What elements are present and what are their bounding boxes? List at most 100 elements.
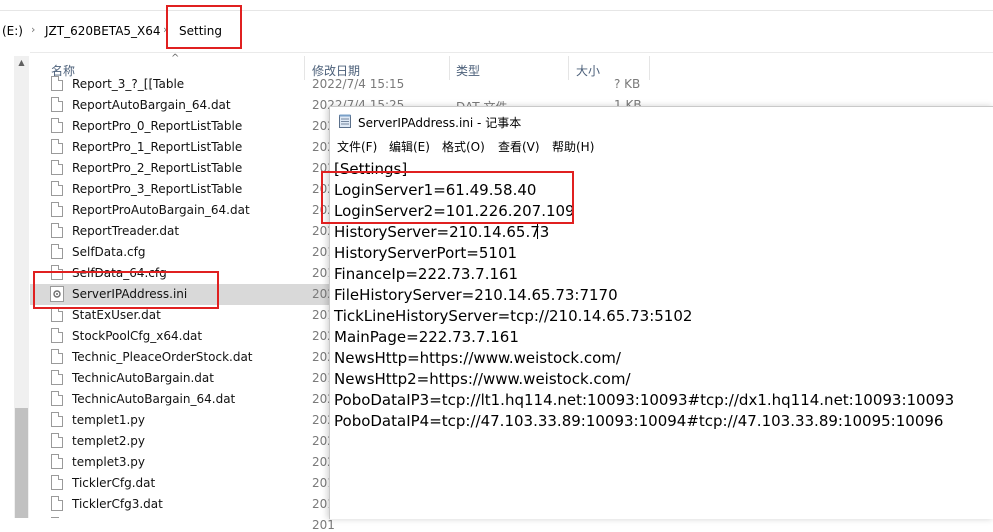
notepad-window: ServerIPAddress.ini - 记事本 文件(F) 编辑(E) 格式… <box>329 106 993 519</box>
file-row[interactable]: TechnicAutoBargain.dat <box>30 368 330 389</box>
document-file-icon <box>51 475 63 490</box>
notepad-text-line: MainPage=222.73.7.161 <box>334 328 519 346</box>
document-file-icon <box>51 160 63 175</box>
document-file-icon <box>51 244 63 259</box>
file-row[interactable]: ReportPro_3_ReportListTable <box>30 179 330 200</box>
notepad-text-area[interactable]: [Settings] LoginServer1=61.49.58.40 LoginS… <box>334 159 990 519</box>
column-divider[interactable] <box>449 56 450 80</box>
document-file-icon <box>51 76 63 91</box>
document-file-icon <box>51 370 63 385</box>
file-name: ReportAutoBargain_64.dat <box>72 98 231 112</box>
file-row[interactable]: TicklerCfg.dat <box>30 473 330 494</box>
file-row[interactable]: templet3.py <box>30 452 330 473</box>
file-name: Report_3_?_[[Table <box>72 77 185 91</box>
file-name: templet2.py <box>72 434 145 448</box>
document-file-icon <box>51 412 63 427</box>
address-bar[interactable]: (E:) › JZT_620BETA5_X64 › Setting <box>0 12 993 53</box>
file-row[interactable]: templet2.py <box>30 431 330 452</box>
notepad-text-line: FileHistoryServer=210.14.65.73:7170 <box>334 286 618 304</box>
scroll-up-arrow-icon[interactable]: ▲ <box>14 56 29 70</box>
file-name: templet1.py <box>72 413 145 427</box>
document-file-icon <box>51 307 63 322</box>
notepad-text-line: NewsHttp2=https://www.weistock.com/ <box>334 370 631 388</box>
document-file-icon <box>51 265 63 280</box>
menu-help[interactable]: 帮助(H) <box>552 138 594 155</box>
file-name: StatExUser.dat <box>72 308 161 322</box>
explorer-top-strip <box>0 0 993 11</box>
file-row[interactable]: StatExUser.dat <box>30 305 330 326</box>
document-file-icon <box>51 223 63 238</box>
document-file-icon <box>51 496 63 511</box>
notepad-text-line: [Settings] <box>334 160 408 178</box>
notepad-text-line: PoboDataIP3=tcp://lt1.hq114.net:10093:10… <box>334 391 955 409</box>
document-file-icon <box>51 118 63 133</box>
column-divider[interactable] <box>568 56 569 80</box>
document-file-icon <box>51 454 63 469</box>
breadcrumb-current[interactable]: Setting <box>179 24 222 38</box>
file-row[interactable]: StockPoolCfg_x64.dat <box>30 326 330 347</box>
notepad-icon <box>339 114 351 128</box>
breadcrumb-folder[interactable]: JZT_620BETA5_X64 <box>45 24 161 38</box>
file-row[interactable]: ReportTreader.dat <box>30 221 330 242</box>
file-row[interactable]: SelfData_64.cfg <box>30 263 330 284</box>
document-file-icon <box>51 433 63 448</box>
file-row[interactable]: Report_3_?_[[Table <box>30 74 330 95</box>
file-name: ReportPro_0_ReportListTable <box>72 119 243 133</box>
breadcrumb-separator-icon[interactable]: › <box>31 23 35 36</box>
scrollbar-thumb[interactable] <box>15 408 28 518</box>
menu-file[interactable]: 文件(F) <box>337 138 377 155</box>
file-row[interactable]: TechnicAutoBargain_64.dat <box>30 389 330 410</box>
column-divider[interactable] <box>649 56 650 80</box>
column-header-size[interactable]: 大小 <box>576 62 600 79</box>
file-name: StockPoolCfg_x64.dat <box>72 329 203 343</box>
notepad-text-line: HistoryServer=210.14.65.73 <box>334 223 550 241</box>
document-file-icon <box>51 391 63 406</box>
file-name: ReportProAutoBargain_64.dat <box>72 203 250 217</box>
document-file-icon <box>51 349 63 364</box>
file-row[interactable]: SelfData.cfg <box>30 242 330 263</box>
file-name: ReportPro_3_ReportListTable <box>72 182 243 196</box>
text-caret <box>537 222 538 239</box>
notepad-text-line: FinanceIp=222.73.7.161 <box>334 265 519 283</box>
file-name: ReportPro_1_ReportListTable <box>72 140 243 154</box>
file-row[interactable]: ReportPro_2_ReportListTable <box>30 158 330 179</box>
file-name: templet3.py <box>72 455 145 469</box>
document-file-icon <box>51 181 63 196</box>
column-header-type[interactable]: 类型 <box>456 62 480 79</box>
document-file-icon <box>51 202 63 217</box>
file-modified-date: 201 <box>312 518 335 532</box>
breadcrumb-drive[interactable]: (E:) <box>2 24 23 38</box>
file-list: Report_3_?_[[Table ReportAutoBargain_64.d… <box>30 74 330 518</box>
file-row[interactable]: ServerIPAddress.ini <box>30 284 330 305</box>
file-row[interactable]: Technic_PleaceOrderStock.dat <box>30 347 330 368</box>
document-file-icon <box>51 97 63 112</box>
file-name: ReportTreader.dat <box>72 224 180 238</box>
file-name: TicklerCfg.dat <box>72 476 156 490</box>
file-row[interactable]: ReportPro_1_ReportListTable <box>30 137 330 158</box>
file-name: Technic_PleaceOrderStock.dat <box>72 350 253 364</box>
file-name: ReportPro_2_ReportListTable <box>72 161 243 175</box>
file-name: TechnicAutoBargain_64.dat <box>72 392 236 406</box>
notepad-title: ServerIPAddress.ini - 记事本 <box>358 116 522 130</box>
ini-settings-file-icon <box>50 286 64 302</box>
file-size: ? KB <box>614 77 641 91</box>
file-name: SelfData_64.cfg <box>72 266 167 280</box>
file-row[interactable]: ReportProAutoBargain_64.dat <box>30 200 330 221</box>
menu-format[interactable]: 格式(O) <box>442 138 485 155</box>
breadcrumb-separator-icon[interactable]: › <box>163 23 167 36</box>
file-name: ServerIPAddress.ini <box>72 287 188 301</box>
notepad-text-line: LoginServer2=101.226.207.109 <box>334 202 575 220</box>
menu-edit[interactable]: 编辑(E) <box>389 138 430 155</box>
notepad-text-line: LoginServer1=61.49.58.40 <box>334 181 537 199</box>
file-name: TechnicAutoBargain.dat <box>72 371 214 385</box>
notepad-menu-bar: 文件(F) 编辑(E) 格式(O) 查看(V) 帮助(H) <box>330 135 993 157</box>
file-row[interactable]: ReportAutoBargain_64.dat <box>30 95 330 116</box>
menu-view[interactable]: 查看(V) <box>498 138 540 155</box>
sort-ascending-icon: ^ <box>171 53 180 64</box>
document-file-icon <box>51 328 63 343</box>
notepad-text-line: HistoryServerPort=5101 <box>334 244 518 262</box>
file-row[interactable]: TicklerCfg3.dat <box>30 494 330 515</box>
file-row[interactable]: ReportPro_0_ReportListTable <box>30 116 330 137</box>
notepad-title-bar[interactable]: ServerIPAddress.ini - 记事本 <box>330 107 993 135</box>
file-row[interactable]: templet1.py <box>30 410 330 431</box>
